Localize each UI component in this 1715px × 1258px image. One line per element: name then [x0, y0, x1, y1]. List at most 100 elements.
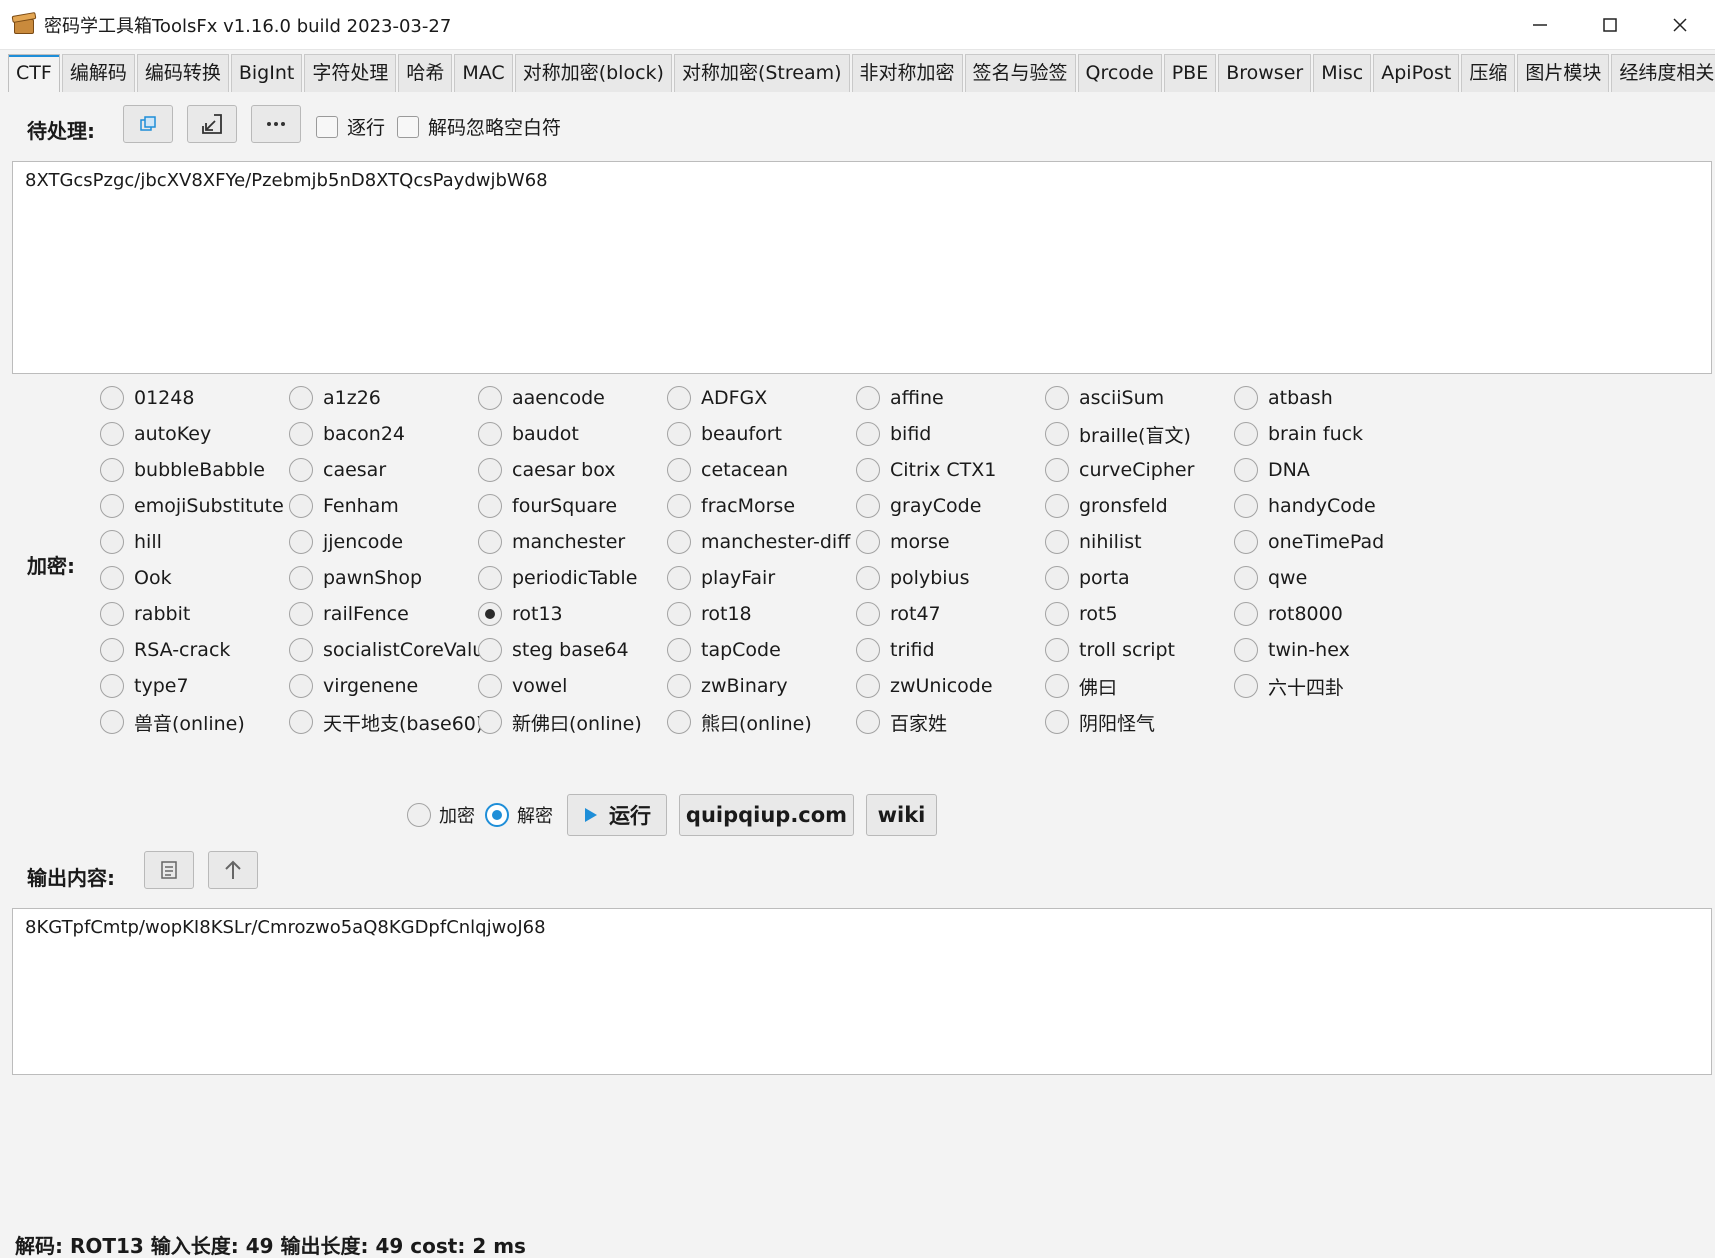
algorithm-radio[interactable]: nihilist	[1045, 524, 1234, 560]
algorithm-radio[interactable]: cetacean	[667, 452, 856, 488]
algorithm-radio[interactable]: railFence	[289, 596, 478, 632]
algorithm-radio[interactable]: gronsfeld	[1045, 488, 1234, 524]
more-button[interactable]	[251, 105, 301, 143]
tab-编解码[interactable]: 编解码	[61, 54, 135, 92]
algorithm-radio[interactable]: 新佛曰(online)	[478, 704, 667, 740]
algorithm-radio[interactable]: vowel	[478, 668, 667, 704]
move-up-button[interactable]	[208, 851, 258, 889]
copy-button[interactable]	[123, 105, 173, 143]
algorithm-radio[interactable]: manchester	[478, 524, 667, 560]
algorithm-radio[interactable]: caesar	[289, 452, 478, 488]
algorithm-radio[interactable]: baudot	[478, 416, 667, 452]
tab-经纬度相关[interactable]: 经纬度相关	[1611, 54, 1715, 92]
line-by-line-checkbox[interactable]: 逐行	[316, 113, 385, 140]
tab-ctf[interactable]: CTF	[8, 54, 60, 92]
tab-图片模块[interactable]: 图片模块	[1517, 54, 1610, 92]
algorithm-radio[interactable]: oneTimePad	[1234, 524, 1423, 560]
algorithm-radio[interactable]: zwBinary	[667, 668, 856, 704]
algorithm-radio[interactable]: bifid	[856, 416, 1045, 452]
mode-decrypt-radio[interactable]: 解密	[485, 802, 553, 828]
tab-misc[interactable]: Misc	[1313, 54, 1372, 92]
algorithm-radio[interactable]: rot13	[478, 596, 667, 632]
algorithm-radio[interactable]: rot47	[856, 596, 1045, 632]
algorithm-radio[interactable]: twin-hex	[1234, 632, 1423, 668]
algorithm-radio[interactable]: hill	[100, 524, 289, 560]
algorithm-radio[interactable]: 阴阳怪气	[1045, 704, 1234, 740]
algorithm-radio[interactable]: jjencode	[289, 524, 478, 560]
algorithm-radio[interactable]: Citrix CTX1	[856, 452, 1045, 488]
input-textarea[interactable]: 8XTGcsPzgc/jbcXV8XFYe/Pzebmjb5nD8XTQcsPa…	[12, 161, 1712, 374]
algorithm-radio[interactable]: handyCode	[1234, 488, 1423, 524]
algorithm-radio[interactable]: grayCode	[856, 488, 1045, 524]
tab-mac[interactable]: MAC	[454, 54, 513, 92]
algorithm-radio[interactable]: zwUnicode	[856, 668, 1045, 704]
algorithm-radio[interactable]: ADFGX	[667, 380, 856, 416]
algorithm-radio[interactable]: fracMorse	[667, 488, 856, 524]
algorithm-radio[interactable]: socialistCoreValue	[289, 632, 496, 668]
algorithm-radio[interactable]: autoKey	[100, 416, 289, 452]
tab-压缩[interactable]: 压缩	[1461, 54, 1516, 92]
tab-非对称加密[interactable]: 非对称加密	[851, 54, 963, 92]
algorithm-radio[interactable]: periodicTable	[478, 560, 667, 596]
tab-qrcode[interactable]: Qrcode	[1077, 54, 1162, 92]
tab-对称加密-stream-[interactable]: 对称加密(Stream)	[673, 54, 850, 92]
algorithm-radio[interactable]: affine	[856, 380, 1045, 416]
algorithm-radio[interactable]: DNA	[1234, 452, 1423, 488]
run-button[interactable]: 运行	[567, 794, 667, 836]
algorithm-radio[interactable]: qwe	[1234, 560, 1423, 596]
tab-pbe[interactable]: PBE	[1163, 54, 1217, 92]
algorithm-radio[interactable]: steg base64	[478, 632, 667, 668]
minimize-button[interactable]	[1505, 0, 1575, 50]
algorithm-radio[interactable]: rot8000	[1234, 596, 1423, 632]
algorithm-radio[interactable]: manchester-diff	[667, 524, 856, 560]
algorithm-radio[interactable]: bubbleBabble	[100, 452, 289, 488]
algorithm-radio[interactable]: virgenene	[289, 668, 478, 704]
algorithm-radio[interactable]: porta	[1045, 560, 1234, 596]
algorithm-radio[interactable]: 六十四卦	[1234, 668, 1423, 704]
tab-bigint[interactable]: BigInt	[230, 54, 303, 92]
algorithm-radio[interactable]: atbash	[1234, 380, 1423, 416]
maximize-button[interactable]	[1575, 0, 1645, 50]
wiki-button[interactable]: wiki	[866, 794, 937, 836]
close-button[interactable]	[1645, 0, 1715, 50]
algorithm-radio[interactable]: asciiSum	[1045, 380, 1234, 416]
algorithm-radio[interactable]: polybius	[856, 560, 1045, 596]
algorithm-radio[interactable]: 兽音(online)	[100, 704, 289, 740]
algorithm-radio[interactable]: Ook	[100, 560, 289, 596]
algorithm-radio[interactable]: fourSquare	[478, 488, 667, 524]
algorithm-radio[interactable]: curveCipher	[1045, 452, 1234, 488]
algorithm-radio[interactable]: type7	[100, 668, 289, 704]
algorithm-radio[interactable]: rabbit	[100, 596, 289, 632]
algorithm-radio[interactable]: caesar box	[478, 452, 667, 488]
mode-encrypt-radio[interactable]: 加密	[407, 802, 475, 828]
algorithm-radio[interactable]: 天干地支(base60)	[289, 704, 483, 740]
algorithm-radio[interactable]: braille(盲文)	[1045, 416, 1234, 452]
algorithm-radio[interactable]: aaencode	[478, 380, 667, 416]
algorithm-radio[interactable]: beaufort	[667, 416, 856, 452]
algorithm-radio[interactable]: morse	[856, 524, 1045, 560]
algorithm-radio[interactable]: troll script	[1045, 632, 1234, 668]
tab-签名与验签[interactable]: 签名与验签	[964, 54, 1076, 92]
algorithm-radio[interactable]: RSA-crack	[100, 632, 289, 668]
tab-apipost[interactable]: ApiPost	[1373, 54, 1460, 92]
tab-编码转换[interactable]: 编码转换	[136, 54, 229, 92]
tab-哈希[interactable]: 哈希	[398, 54, 453, 92]
output-textarea[interactable]: 8KGTpfCmtp/wopKI8KSLr/Cmrozwo5aQ8KGDpfCn…	[12, 908, 1712, 1075]
algorithm-radio[interactable]: Fenham	[289, 488, 478, 524]
algorithm-radio[interactable]: 佛曰	[1045, 668, 1234, 704]
algorithm-radio[interactable]: pawnShop	[289, 560, 478, 596]
tab-对称加密-block-[interactable]: 对称加密(block)	[514, 54, 672, 92]
algorithm-radio[interactable]: rot5	[1045, 596, 1234, 632]
algorithm-radio[interactable]: 01248	[100, 380, 289, 416]
quipqiup-button[interactable]: quipqiup.com	[679, 794, 854, 836]
algorithm-radio[interactable]: rot18	[667, 596, 856, 632]
algorithm-radio[interactable]: brain fuck	[1234, 416, 1423, 452]
algorithm-radio[interactable]: trifid	[856, 632, 1045, 668]
algorithm-radio[interactable]: 熊曰(online)	[667, 704, 856, 740]
algorithm-radio[interactable]: playFair	[667, 560, 856, 596]
algorithm-radio[interactable]: bacon24	[289, 416, 478, 452]
tab-字符处理[interactable]: 字符处理	[304, 54, 397, 92]
algorithm-radio[interactable]: emojiSubstitute	[100, 488, 289, 524]
copy-output-button[interactable]	[144, 851, 194, 889]
algorithm-radio[interactable]: 百家姓	[856, 704, 1045, 740]
